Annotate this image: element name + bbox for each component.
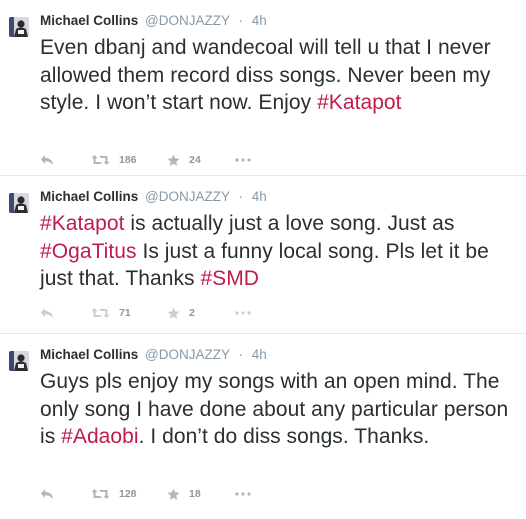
tweet-timeline: Michael Collins @DONJAZZY · 4h Even dban…: [0, 0, 526, 519]
tweet-text-segment: . I don’t do diss songs. Thanks.: [138, 425, 430, 448]
reply-icon: [40, 155, 53, 165]
favorite-star-icon: [167, 488, 180, 500]
reply-button[interactable]: [40, 153, 54, 167]
time-separator: ·: [238, 347, 244, 362]
retweet-icon: [91, 308, 110, 318]
tweet-text: Guys pls enjoy my songs with an open min…: [40, 368, 524, 451]
retweet-icon: [91, 489, 110, 499]
author-name[interactable]: Michael Collins: [40, 347, 138, 362]
tweet-item[interactable]: Michael Collins @DONJAZZY · 4h Even dban…: [0, 0, 526, 176]
tweet-header: Michael Collins @DONJAZZY · 4h: [40, 13, 267, 29]
hashtag-link[interactable]: #Adaobi: [61, 425, 138, 448]
reply-button[interactable]: [40, 487, 54, 501]
more-dots-icon: [235, 158, 251, 162]
tweet-header: Michael Collins @DONJAZZY · 4h: [40, 347, 267, 363]
favorite-star-icon: [167, 154, 180, 166]
favorite-count: 24: [189, 154, 201, 166]
retweet-button[interactable]: 128: [91, 487, 137, 501]
author-handle[interactable]: @DONJAZZY: [145, 13, 230, 28]
reply-icon: [40, 489, 53, 499]
tweet-text: #Katapot is actually just a love song. J…: [40, 210, 524, 293]
hashtag-link[interactable]: #Katapot: [40, 212, 124, 235]
tweet-text-segment: is actually just a love song. Just as: [124, 212, 455, 235]
retweet-icon: [91, 155, 110, 165]
time-separator: ·: [238, 13, 244, 28]
tweet-timestamp[interactable]: 4h: [252, 347, 267, 362]
hashtag-link[interactable]: #SMD: [200, 267, 259, 290]
retweet-button[interactable]: 71: [91, 306, 131, 320]
tweet-actions: 71 2: [40, 306, 300, 320]
favorite-count: 2: [189, 307, 195, 319]
tweet-actions: 186 24: [40, 153, 300, 167]
retweet-button[interactable]: 186: [91, 153, 137, 167]
favorite-button[interactable]: 18: [167, 487, 201, 501]
retweet-count: 128: [119, 488, 137, 500]
favorite-button[interactable]: 2: [167, 306, 195, 320]
retweet-count: 71: [119, 307, 131, 319]
reply-icon: [40, 308, 53, 318]
hashtag-link[interactable]: #OgaTitus: [40, 240, 137, 263]
author-handle[interactable]: @DONJAZZY: [145, 347, 230, 362]
favorite-count: 18: [189, 488, 201, 500]
avatar[interactable]: [9, 193, 29, 213]
tweet-timestamp[interactable]: 4h: [252, 189, 267, 204]
avatar[interactable]: [9, 351, 29, 371]
tweet-actions: 128 18: [40, 487, 300, 501]
hashtag-link[interactable]: #Katapot: [317, 91, 401, 114]
reply-button[interactable]: [40, 306, 54, 320]
time-separator: ·: [238, 189, 244, 204]
tweet-timestamp[interactable]: 4h: [252, 13, 267, 28]
avatar[interactable]: [9, 17, 29, 37]
more-button[interactable]: [235, 487, 251, 501]
more-dots-icon: [235, 311, 251, 315]
author-name[interactable]: Michael Collins: [40, 189, 138, 204]
retweet-count: 186: [119, 154, 137, 166]
author-name[interactable]: Michael Collins: [40, 13, 138, 28]
more-button[interactable]: [235, 306, 251, 320]
favorite-button[interactable]: 24: [167, 153, 201, 167]
tweet-text: Even dbanj and wandecoal will tell u tha…: [40, 34, 524, 117]
favorite-star-icon: [167, 307, 180, 319]
more-dots-icon: [235, 492, 251, 496]
tweet-text-segment: Even dbanj and wandecoal will tell u tha…: [40, 36, 491, 114]
tweet-header: Michael Collins @DONJAZZY · 4h: [40, 189, 267, 205]
more-button[interactable]: [235, 153, 251, 167]
author-handle[interactable]: @DONJAZZY: [145, 189, 230, 204]
